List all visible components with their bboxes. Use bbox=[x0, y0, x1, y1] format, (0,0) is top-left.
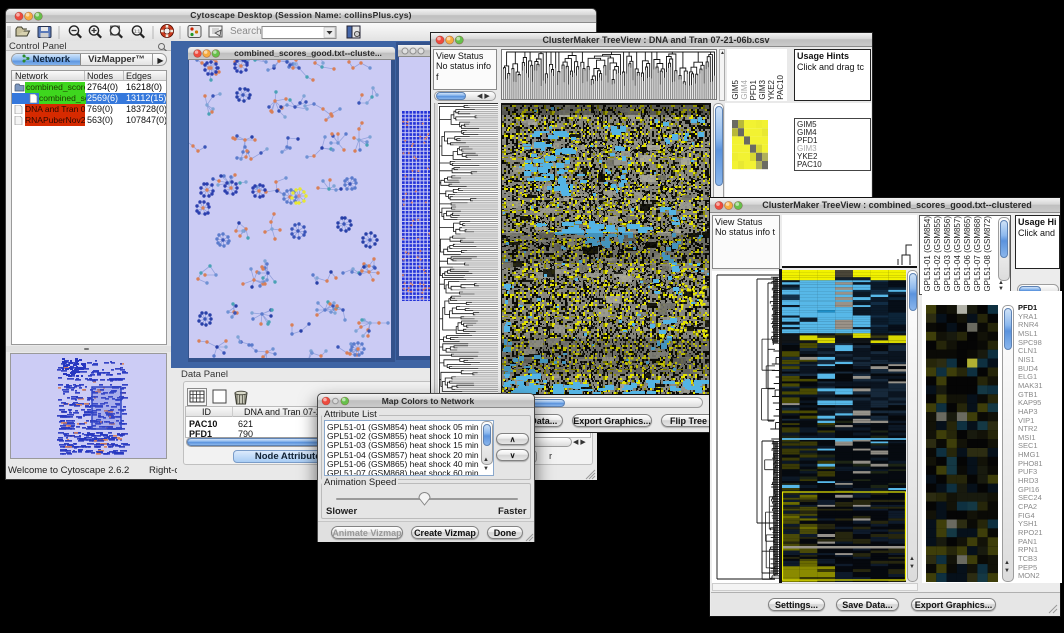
svg-text:1:1: 1:1 bbox=[134, 29, 141, 34]
svg-text:Search:: Search: bbox=[230, 26, 264, 37]
